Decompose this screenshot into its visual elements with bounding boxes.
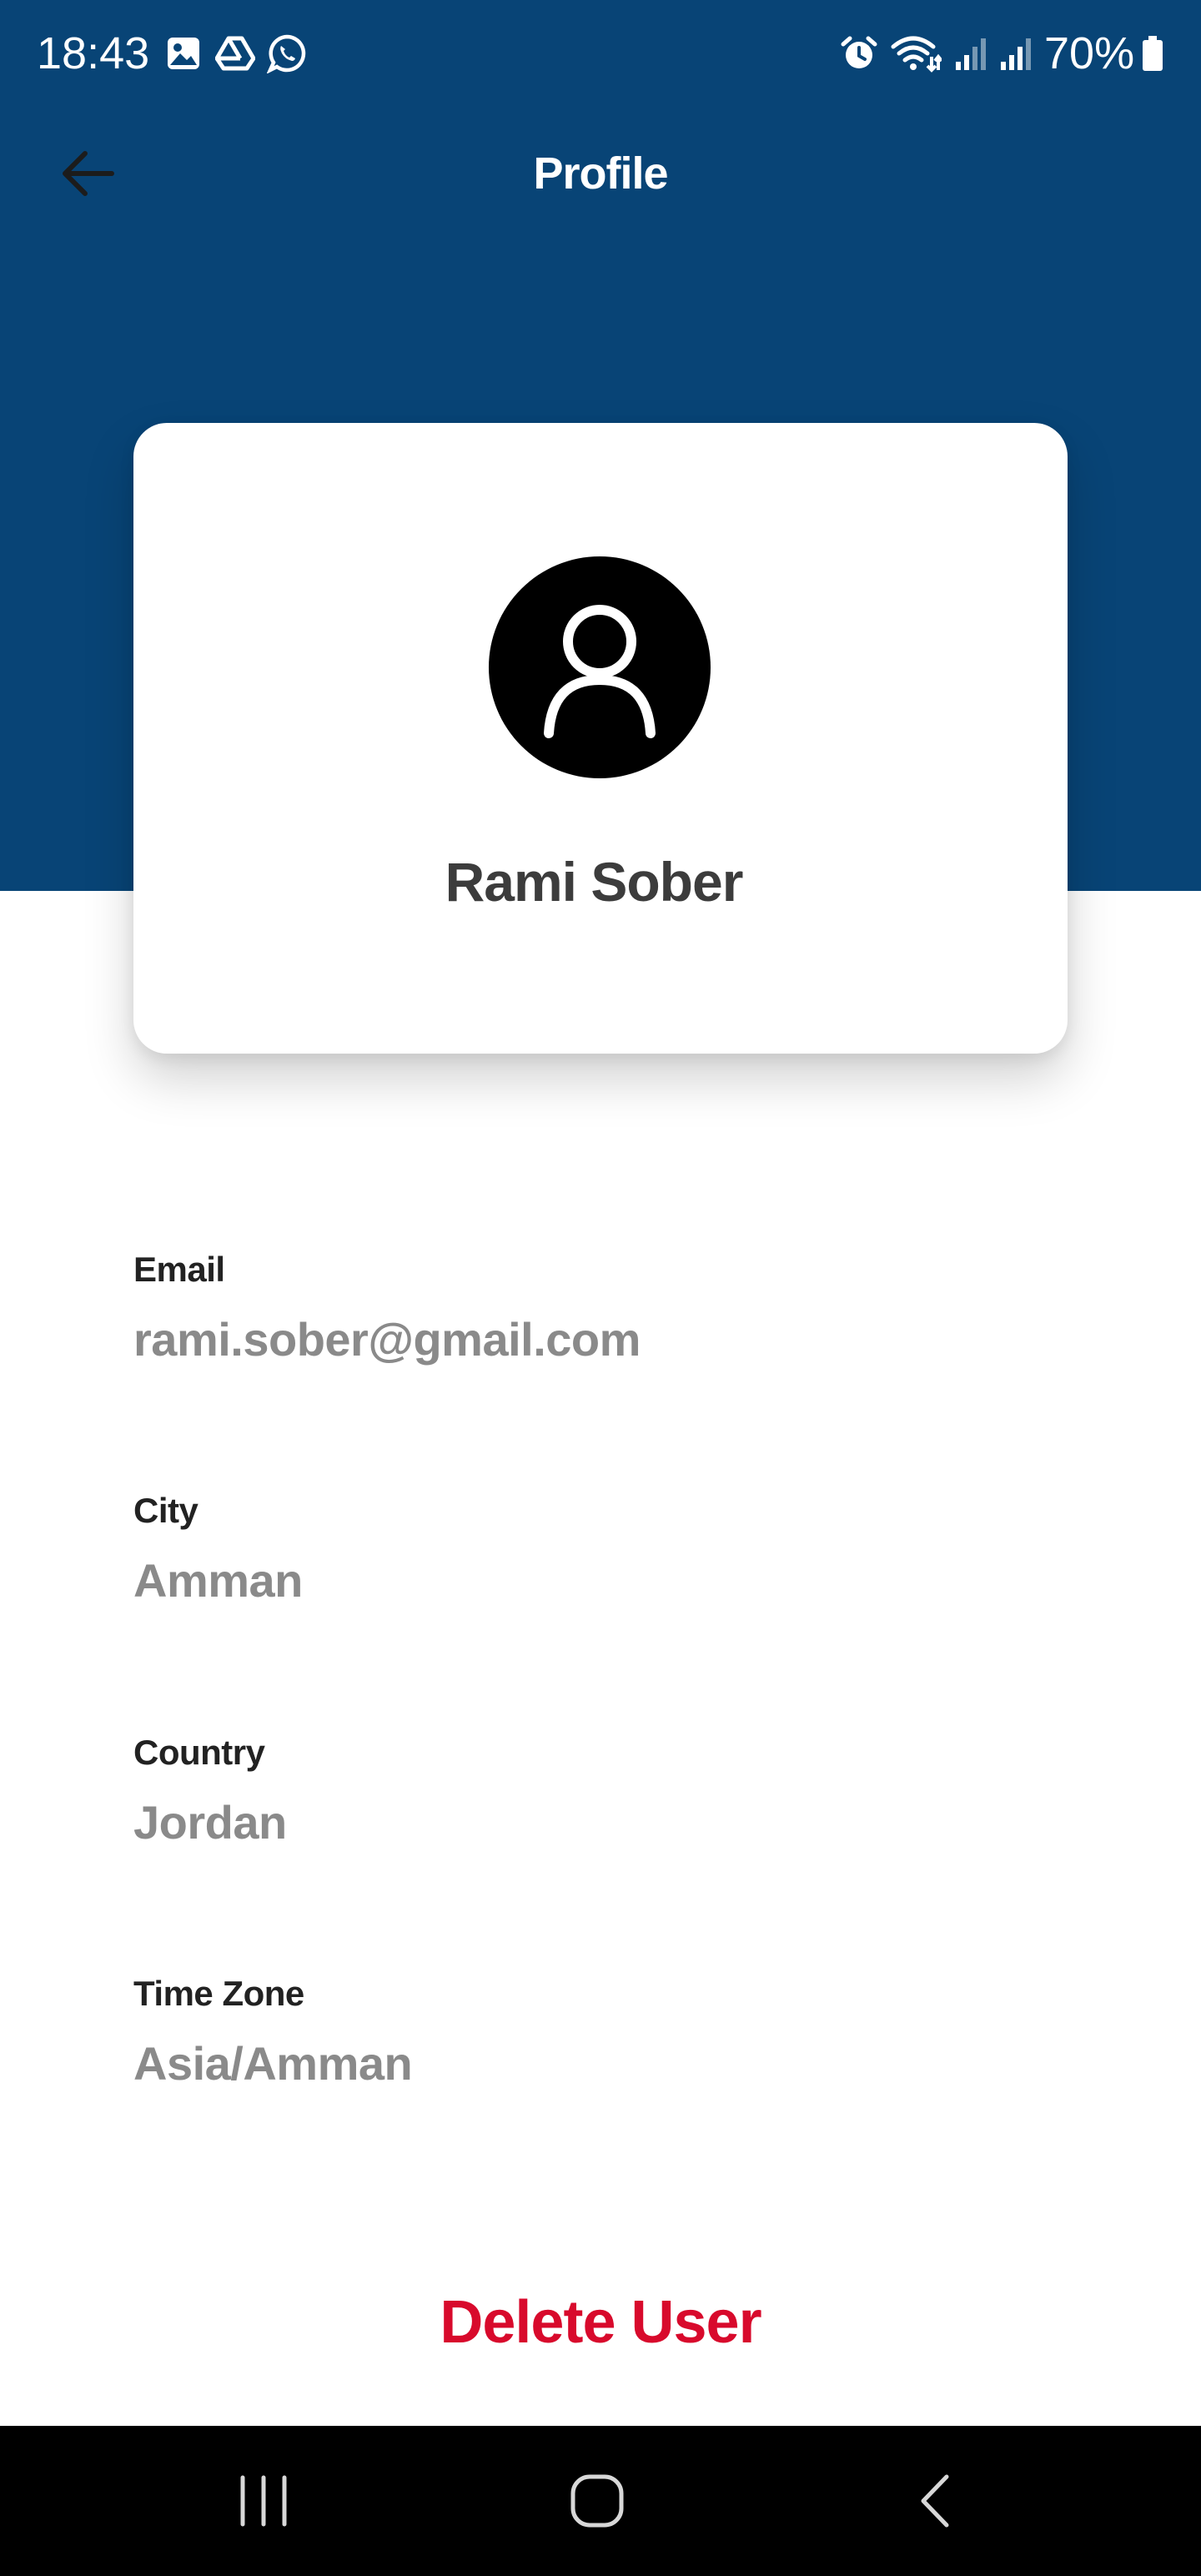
time-zone-value: Asia/Amman (133, 2037, 413, 2090)
signal-icon (994, 30, 1038, 77)
drive-icon (214, 30, 257, 77)
email-field: Email rami.sober@gmail.com (133, 1246, 1051, 1370)
battery-percent: 70% (1044, 28, 1135, 78)
city-value: Amman (133, 1554, 303, 1607)
wifi-icon (889, 30, 942, 77)
time-zone-field: Time Zone Asia/Amman (133, 1970, 1051, 2094)
recent-apps-button[interactable] (214, 2459, 314, 2543)
battery-icon (1139, 30, 1166, 77)
profile-card: Rami Sober (133, 423, 1068, 1054)
time-zone-label: Time Zone (133, 1974, 304, 2013)
status-time: 18:43 (37, 28, 150, 78)
system-back-button[interactable] (886, 2459, 986, 2543)
city-field: City Amman (133, 1487, 1051, 1611)
user-icon (544, 605, 656, 738)
country-label: Country (133, 1733, 265, 1772)
navigation-bar (0, 2426, 1201, 2576)
user-name: Rami Sober (445, 851, 744, 913)
avatar (489, 556, 711, 778)
recent-apps-icon (240, 2475, 287, 2527)
whatsapp-icon (265, 30, 309, 77)
home-icon (570, 2474, 624, 2528)
delete-user-button[interactable]: Delete User (392, 2279, 809, 2366)
page-title: Profile (533, 148, 668, 199)
signal-icon (949, 30, 992, 77)
city-label: City (133, 1491, 198, 1530)
home-button[interactable] (547, 2459, 647, 2543)
country-field: Country Jordan (133, 1729, 1051, 1853)
status-bar: 18:43 70% (0, 0, 1201, 108)
alarm-icon (837, 30, 881, 77)
gallery-icon (162, 30, 205, 77)
email-label: Email (133, 1250, 225, 1289)
email-value: rami.sober@gmail.com (133, 1313, 641, 1366)
country-value: Jordan (133, 1796, 287, 1849)
back-icon (921, 2474, 949, 2528)
